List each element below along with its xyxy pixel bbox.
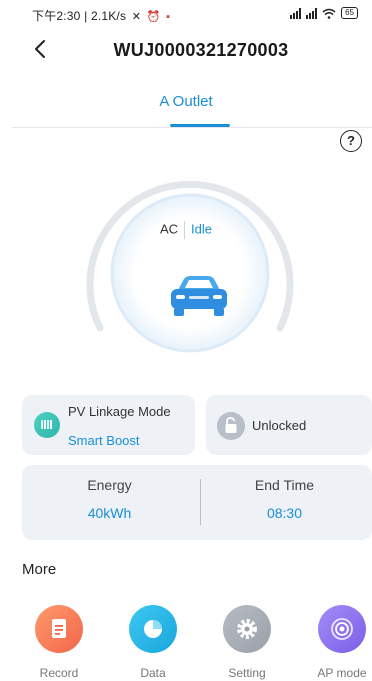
more-item-label: Setting (228, 666, 266, 680)
more-item-label: Record (39, 666, 79, 680)
notification-icon: ▪ (166, 11, 171, 23)
lock-status-label: Unlocked (252, 418, 307, 433)
car-icon (171, 276, 227, 316)
gauge-separator (184, 221, 186, 239)
data-off-icon: ✕ (131, 11, 142, 23)
unlock-icon (217, 412, 245, 440)
pie-chart-icon (129, 605, 177, 653)
pv-linkage-card[interactable]: PV Linkage Mode Smart Boost (22, 395, 195, 455)
more-item-record[interactable]: Record (24, 605, 94, 680)
help-icon[interactable]: ? (340, 130, 362, 152)
gear-icon (223, 605, 271, 653)
nav-bar: WUJ0000321270003 (0, 32, 372, 68)
solar-panel-icon (34, 412, 60, 438)
more-section-title: More (22, 561, 57, 578)
tab-divider (12, 127, 372, 128)
status-right: 65 (290, 7, 358, 19)
tab-a-outlet[interactable]: A Outlet (0, 93, 372, 110)
energy-value: 40kWh (87, 505, 132, 521)
ap-signal-icon (318, 605, 366, 653)
more-item-label: Data (140, 666, 166, 680)
wifi-icon (322, 8, 336, 19)
more-item-data[interactable]: Data (118, 605, 188, 680)
pv-linkage-title: PV Linkage Mode (68, 404, 171, 419)
more-item-setting[interactable]: Setting (212, 605, 282, 680)
status-time-speed: 下午2:30 | 2.1K/s (32, 9, 127, 23)
energy-stat: Energy 40kWh (22, 465, 197, 540)
signal-icon (290, 7, 302, 19)
status-bar: 下午2:30 | 2.1K/s ✕ ⏰ ▪ 65 (0, 0, 372, 28)
end-time-stat: End Time 08:30 (197, 465, 372, 540)
charge-status-label: Idle (191, 221, 213, 237)
gauge-status: AC Idle (0, 221, 372, 239)
end-time-label: End Time (254, 477, 315, 493)
gauge-inner-circle (110, 193, 270, 353)
energy-label: Energy (87, 477, 132, 493)
more-item-label: AP mode (317, 666, 367, 680)
alarm-icon: ⏰ (146, 11, 161, 23)
signal-icon (306, 7, 318, 19)
battery-icon: 65 (341, 7, 358, 19)
pv-linkage-mode: Smart Boost (68, 433, 140, 448)
more-item-ap-mode[interactable]: AP mode (307, 605, 372, 680)
charge-mode-label: AC (159, 221, 179, 237)
stats-card: Energy 40kWh End Time 08:30 (22, 465, 372, 540)
record-icon (35, 605, 83, 653)
lock-card[interactable]: Unlocked (206, 395, 372, 455)
status-left: 下午2:30 | 2.1K/s ✕ ⏰ ▪ (32, 7, 170, 24)
page-title: WUJ0000321270003 (113, 40, 289, 60)
end-time-value: 08:30 (266, 505, 303, 521)
